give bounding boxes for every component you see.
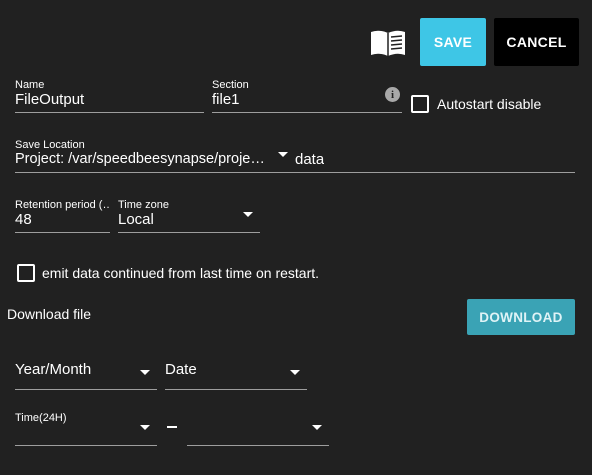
section-underline: [212, 112, 402, 113]
section-label: Section: [212, 79, 249, 91]
chevron-down-icon[interactable]: [243, 212, 253, 217]
time-to-underline: [187, 445, 329, 446]
retention-period-label: Retention period (…: [15, 199, 109, 211]
chevron-down-icon[interactable]: [140, 370, 150, 375]
chevron-down-icon[interactable]: [312, 425, 322, 430]
time-range-separator: [167, 426, 177, 428]
save-button[interactable]: SAVE: [420, 18, 486, 66]
emit-continued-checkbox[interactable]: [17, 264, 35, 282]
retention-period-underline: [15, 232, 110, 233]
chevron-down-icon[interactable]: [290, 370, 300, 375]
name-underline: [15, 112, 204, 113]
date-underline: [165, 389, 307, 390]
cancel-button[interactable]: CANCEL: [494, 18, 579, 66]
info-icon[interactable]: i: [385, 87, 400, 102]
chevron-down-icon[interactable]: [278, 152, 288, 157]
time-24h-label: Time(24H): [15, 412, 67, 424]
timezone-label: Time zone: [118, 199, 169, 211]
save-location-select[interactable]: Project: /var/speedbeesynapse/proje…: [15, 151, 270, 167]
section-input[interactable]: file1: [212, 91, 377, 108]
year-month-underline: [15, 389, 157, 390]
name-label: Name: [15, 79, 45, 91]
retention-period-input[interactable]: 48: [15, 211, 109, 228]
save-location-underline: [15, 172, 575, 173]
emit-continued-label: emit data continued from last time on re…: [42, 265, 320, 281]
autostart-disable-checkbox[interactable]: [411, 95, 429, 113]
time-from-underline: [15, 445, 157, 446]
manual-book-icon[interactable]: [369, 28, 407, 58]
year-month-select[interactable]: Year/Month: [15, 361, 130, 378]
save-location-subfolder-input[interactable]: data: [295, 151, 324, 168]
download-file-title: Download file: [7, 306, 92, 322]
chevron-down-icon[interactable]: [140, 425, 150, 430]
name-input[interactable]: FileOutput: [15, 91, 203, 108]
timezone-select[interactable]: Local: [118, 211, 228, 228]
autostart-disable-label: Autostart disable: [437, 96, 542, 112]
save-location-label: Save Location: [15, 139, 85, 151]
timezone-underline: [118, 232, 260, 233]
date-select[interactable]: Date: [165, 361, 280, 378]
download-button[interactable]: DOWNLOAD: [467, 299, 575, 335]
